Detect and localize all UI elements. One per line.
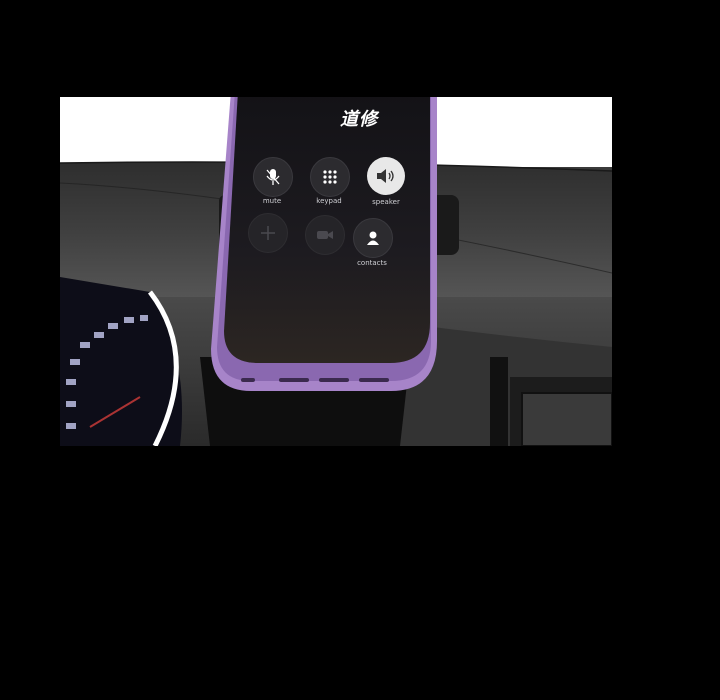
contacts-label: contacts (357, 259, 387, 267)
mute-label: mute (262, 197, 282, 205)
keypad-icon (323, 170, 337, 184)
facetime-button[interactable] (305, 215, 345, 255)
speaker-button[interactable] (367, 157, 405, 195)
facetime-icon (317, 231, 333, 239)
add-call-icon (261, 226, 275, 240)
microphone-icon (266, 169, 280, 185)
speaker-label: speaker (372, 198, 400, 206)
contacts-button[interactable] (353, 218, 393, 258)
speaker-icon (377, 169, 394, 183)
mute-button[interactable] (253, 157, 293, 197)
caller-name: 道修 (340, 109, 378, 130)
comic-panel: 道修 mute keypad speaker contacts (60, 97, 612, 446)
add-call-button[interactable] (248, 213, 288, 253)
smartphone: 道修 mute keypad speaker contacts (211, 97, 447, 391)
contacts-icon (367, 231, 379, 245)
keypad-button[interactable] (310, 157, 350, 197)
keypad-label: keypad (316, 197, 342, 205)
